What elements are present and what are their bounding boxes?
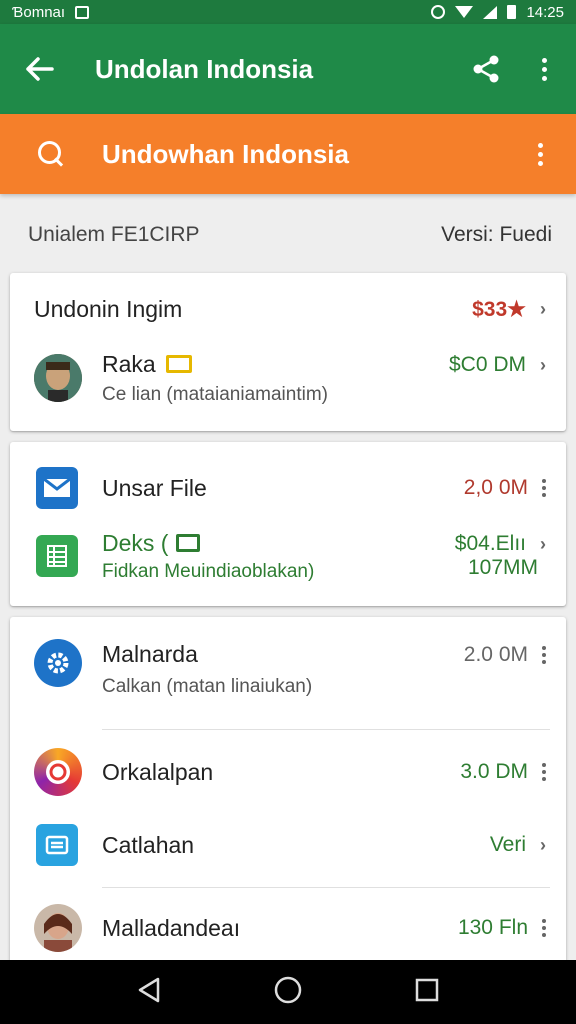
clock: 14:25	[526, 3, 564, 21]
list-item-unsar-file[interactable]: Unsar File 2,0 0M	[10, 464, 566, 512]
search-more-icon[interactable]	[528, 132, 552, 176]
list-item-malnarda[interactable]: Malnarda Calkan (matan linaiukan) 2.0 0M	[10, 639, 566, 699]
card-title: Undonin Ingim	[34, 295, 183, 322]
mail-icon	[36, 467, 78, 509]
item-name: Catlahan	[102, 831, 195, 858]
avatar	[34, 354, 82, 402]
signal-icon	[483, 5, 498, 19]
badge-icon	[165, 355, 192, 373]
status-bar: Ɓomnaı 14:25	[0, 0, 576, 24]
more-vert-icon[interactable]	[542, 646, 546, 664]
more-vert-icon[interactable]	[542, 763, 546, 781]
subheader-left: Unialem FE1CIRP	[28, 223, 200, 246]
recents-nav-icon[interactable]	[414, 977, 440, 1008]
home-nav-icon[interactable]	[273, 975, 303, 1010]
share-icon[interactable]	[464, 47, 508, 91]
divider	[102, 729, 550, 730]
carrier-label: Ɓomnaı	[12, 3, 66, 21]
chevron-right-icon[interactable]: ›	[540, 355, 546, 376]
item-price-secondary: 107MM	[467, 556, 538, 579]
badge-icon	[176, 534, 201, 552]
list-item-raka[interactable]: Raka Ce lian (mataianiamaintim) $C0 DM ›	[10, 345, 566, 411]
sheets-icon	[36, 535, 78, 577]
list-item-orkalalpan[interactable]: Orkalalpan 3.0 DM	[10, 747, 566, 797]
divider	[102, 887, 550, 888]
item-name: Malnarda	[102, 641, 198, 667]
item-price: Veri	[489, 833, 526, 856]
item-subtitle: Fidkan Meuindiaoblakan)	[102, 560, 315, 582]
more-vert-icon[interactable]	[532, 47, 556, 91]
item-price: 3.0 DM	[460, 760, 528, 783]
notes-icon	[36, 824, 78, 866]
back-nav-icon[interactable]	[136, 976, 162, 1009]
item-name: Orkalalpan	[102, 758, 214, 785]
system-nav-bar	[0, 960, 576, 1024]
version-label: Versi: Fuedi	[441, 223, 552, 246]
item-name: Malladandeaı	[102, 914, 241, 941]
alarm-icon	[431, 5, 446, 19]
camera-icon	[34, 748, 82, 796]
item-subtitle: Calkan (matan linaiukan)	[102, 676, 313, 697]
item-price: $04.Elıı	[454, 532, 526, 555]
app-bar: Undolan Indonsia	[0, 24, 576, 114]
card-featured: Undonin Ingim $33★ › Raka Ce lian (matai…	[10, 273, 566, 431]
item-price: 2,0 0M	[463, 476, 528, 499]
back-arrow-icon[interactable]	[20, 49, 60, 89]
avatar	[34, 904, 82, 952]
item-name: Unsar File	[102, 474, 207, 501]
item-name: Deks (	[102, 529, 169, 556]
item-price: $C0 DM	[448, 353, 526, 376]
list-item-catlahan[interactable]: Catlahan Veri ›	[10, 820, 566, 870]
chevron-right-icon[interactable]: ›	[540, 835, 546, 856]
item-price: 130 Fln	[457, 916, 528, 939]
chevron-right-icon[interactable]: ›	[540, 534, 546, 555]
card-files: Unsar File 2,0 0M Deks ( Fidkan Meuindia…	[10, 442, 566, 606]
card-apps: Malnarda Calkan (matan linaiukan) 2.0 0M…	[10, 617, 566, 967]
wifi-icon	[455, 6, 474, 18]
item-price: 2.0 0M	[463, 643, 528, 666]
chevron-right-icon[interactable]: ›	[540, 299, 546, 320]
search-text[interactable]: Undowhan Indonsia	[102, 139, 528, 170]
card-header-row[interactable]: Undonin Ingim $33★ ›	[10, 291, 566, 327]
app-title: Undolan Indonsia	[95, 53, 314, 84]
more-vert-icon[interactable]	[542, 919, 546, 937]
battery-icon	[507, 5, 517, 19]
item-name: Raka	[102, 350, 156, 377]
settings-icon	[34, 639, 82, 687]
search-icon[interactable]	[36, 139, 66, 169]
list-item-deks[interactable]: Deks ( Fidkan Meuindiaoblakan) $04.Elıı …	[10, 524, 566, 588]
list-item-malladandeai[interactable]: Malladandeaı 130 Fln	[10, 903, 566, 953]
item-subtitle: Ce lian (mataianiamaintim)	[102, 383, 328, 405]
search-bar[interactable]: Undowhan Indonsia	[0, 114, 576, 194]
subheader: Unialem FE1CIRP Versi: Fuedi	[0, 212, 576, 258]
more-vert-icon[interactable]	[542, 479, 546, 497]
notification-icon	[75, 5, 90, 19]
card-header-price: $33★	[472, 297, 526, 321]
